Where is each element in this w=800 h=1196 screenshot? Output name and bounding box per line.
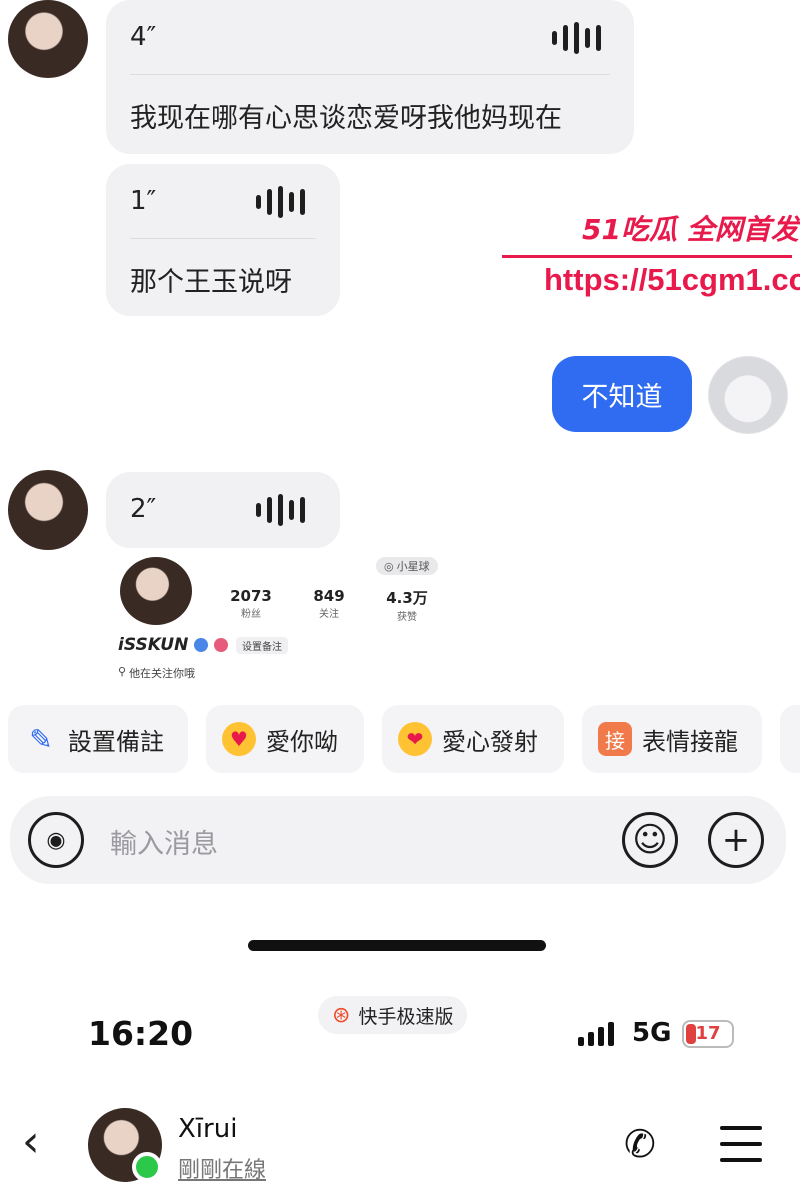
- voice-wave-icon: [256, 186, 305, 218]
- voice-icon: ◉: [46, 827, 66, 853]
- chip-label: 表情接龍: [642, 727, 738, 756]
- chip-label: 愛心發射: [442, 727, 538, 756]
- online-dot: [132, 1152, 162, 1182]
- voice-message-bubble[interactable]: 1″ 那个王玉说呀: [106, 164, 340, 316]
- stat-following: 849 关注: [294, 587, 364, 620]
- voice-divider: [130, 238, 316, 239]
- contact-name[interactable]: Xīrui: [178, 1114, 237, 1144]
- badge-pill: ◎ 小星球: [376, 557, 438, 575]
- smiley-icon: ☺: [632, 820, 668, 860]
- stat-likes: 4.3万 获赞: [372, 587, 442, 623]
- voice-message-bubble[interactable]: 2″: [106, 472, 340, 548]
- quick-action-emoji-chain[interactable]: 接 表情接龍: [582, 705, 762, 773]
- message-input-bar: ◉ 輸入消息 ☺ +: [10, 796, 786, 884]
- menu-button[interactable]: [720, 1126, 762, 1162]
- plus-icon: +: [721, 820, 751, 860]
- menu-icon: [720, 1126, 762, 1130]
- signal-icon: [578, 1022, 614, 1046]
- voice-message-bubble[interactable]: 4″ 我现在哪有心思谈恋爱呀我他妈现在: [106, 0, 634, 154]
- gender-icon: [214, 638, 228, 652]
- contact-avatar[interactable]: [8, 0, 88, 78]
- add-button[interactable]: +: [708, 812, 764, 868]
- profile-card-image[interactable]: ◎ 小星球 2073 粉丝 849 关注 4.3万 获赞 iSSKUN 设置备注 …: [106, 555, 466, 683]
- planet-icon: ◎: [384, 559, 394, 573]
- phone-icon: ✆: [624, 1122, 656, 1166]
- profile-username: iSSKUN: [118, 635, 189, 655]
- heart-eyes-emoji-icon: ♥: [222, 722, 256, 756]
- voice-input-button[interactable]: ◉: [28, 812, 84, 868]
- contact-avatar[interactable]: [8, 470, 88, 550]
- watermark-url: https://51cgm1.com: [544, 262, 800, 297]
- app-label: 快手极速版: [358, 1005, 454, 1028]
- voice-divider: [130, 74, 610, 75]
- voice-transcript: 我现在哪有心思谈恋爱呀我他妈现在: [130, 103, 562, 134]
- voice-wave-icon: [552, 22, 601, 54]
- follow-status-text: 他在关注你哦: [129, 667, 196, 680]
- verified-icon: [194, 638, 208, 652]
- stat-label: 关注: [319, 609, 339, 620]
- jie-tile-icon: 接: [598, 722, 632, 756]
- status-time: 16:20: [88, 1014, 194, 1053]
- voice-duration: 2″: [130, 494, 157, 524]
- stat-followers: 2073 粉丝: [216, 587, 286, 620]
- voice-wave-icon: [256, 494, 305, 526]
- quick-action-heart-burst[interactable]: ❤ 愛心發射: [382, 705, 564, 773]
- voice-duration: 1″: [130, 186, 157, 216]
- battery-level: 17: [695, 1023, 721, 1044]
- user-icon: ⚲: [118, 665, 127, 678]
- home-indicator: [248, 940, 546, 951]
- stat-label: 获赞: [397, 612, 417, 623]
- menu-icon-line: [720, 1142, 762, 1146]
- quick-action-love-you[interactable]: ♥ 愛你呦: [206, 705, 364, 773]
- stat-value: 2073: [230, 587, 272, 605]
- remark-button: 设置备注: [236, 637, 288, 654]
- quick-action-remark[interactable]: ✎ 設置備註: [8, 705, 188, 773]
- my-avatar[interactable]: [708, 356, 788, 434]
- heart-burst-emoji-icon: ❤: [398, 722, 432, 756]
- sent-message-bubble[interactable]: 不知道: [552, 356, 692, 432]
- pencil-icon: ✎: [29, 722, 53, 756]
- voice-duration: 4″: [130, 22, 157, 52]
- contact-status: 剛剛在線: [178, 1158, 267, 1183]
- stat-value: 4.3万: [386, 589, 428, 607]
- badge-label: 小星球: [396, 560, 430, 573]
- chip-label: 愛你呦: [266, 727, 338, 756]
- app-indicator[interactable]: ⊛ 快手极速版: [318, 996, 468, 1034]
- battery-icon: 17: [682, 1020, 734, 1048]
- kuaishou-icon: ⊛: [332, 1002, 351, 1028]
- chevron-left-icon: ‹: [22, 1116, 40, 1167]
- stat-value: 849: [313, 587, 345, 605]
- watermark-line: [502, 255, 792, 258]
- follow-status: ⚲ 他在关注你哦: [118, 665, 195, 681]
- voice-transcript: 那个王玉说呀: [130, 267, 292, 298]
- emoji-button[interactable]: ☺: [622, 812, 678, 868]
- quick-action-more[interactable]: [780, 705, 800, 773]
- call-button[interactable]: ✆: [624, 1122, 656, 1166]
- back-button[interactable]: ‹: [22, 1120, 40, 1164]
- message-input[interactable]: 輸入消息: [110, 822, 218, 861]
- watermark-logo: 51吃瓜 全网首发: [582, 213, 799, 246]
- profile-avatar: [120, 557, 192, 625]
- menu-icon-line: [720, 1158, 762, 1162]
- stat-label: 粉丝: [241, 609, 261, 620]
- network-label: 5G: [632, 1018, 672, 1048]
- chip-label: 設置備註: [68, 727, 164, 756]
